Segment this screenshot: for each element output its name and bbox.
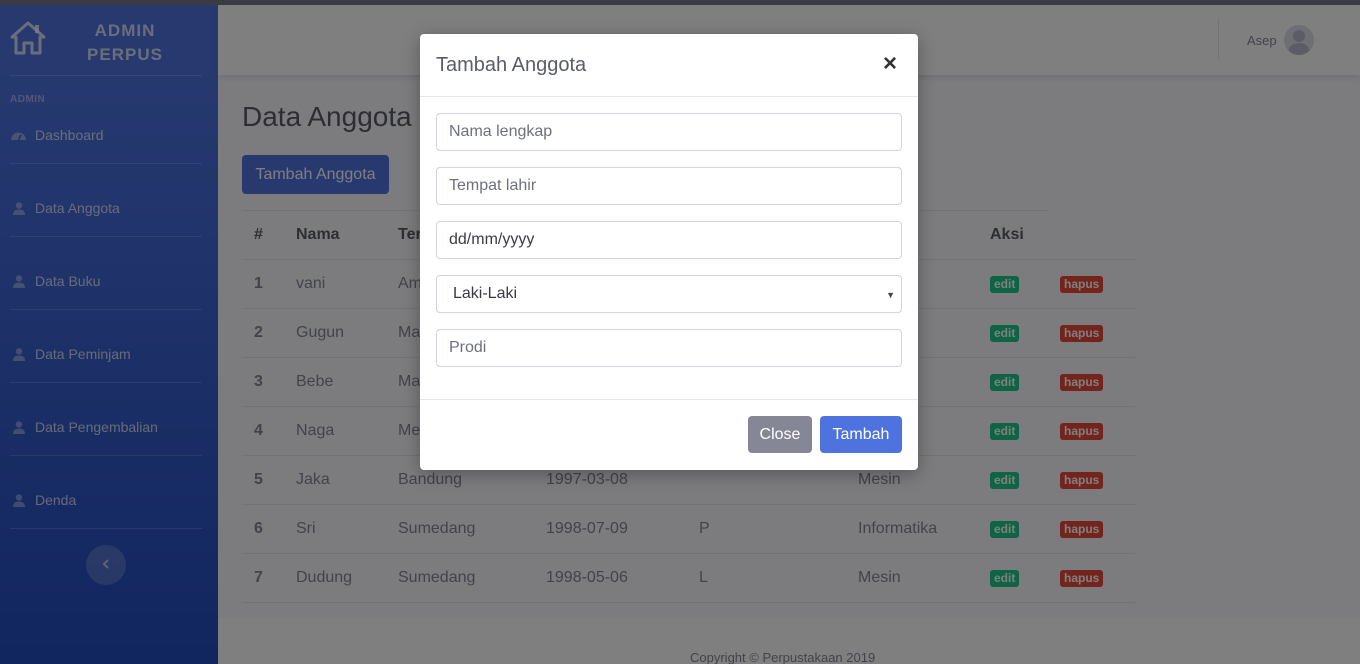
modal-title: Tambah Anggota [436, 54, 587, 76]
add-member-modal: Tambah Anggota × Nama lengkap Tempat lah… [420, 34, 918, 470]
close-icon[interactable]: × [883, 52, 897, 76]
modal-header-divider [420, 96, 918, 97]
submit-button[interactable]: Tambah [820, 416, 902, 453]
caret-down-icon: ▼ [886, 290, 895, 300]
gender-select[interactable]: Laki-Laki ▼ [436, 275, 902, 313]
close-button[interactable]: Close [748, 416, 812, 453]
modal-footer-divider [420, 399, 918, 400]
tempat-lahir-input[interactable]: Tempat lahir [436, 167, 902, 205]
gender-select-value: Laki-Laki [453, 285, 518, 302]
prodi-input[interactable]: Prodi [436, 329, 902, 367]
nama-lengkap-input[interactable]: Nama lengkap [436, 113, 902, 151]
tanggal-lahir-input[interactable]: dd/mm/yyyy [436, 221, 902, 259]
